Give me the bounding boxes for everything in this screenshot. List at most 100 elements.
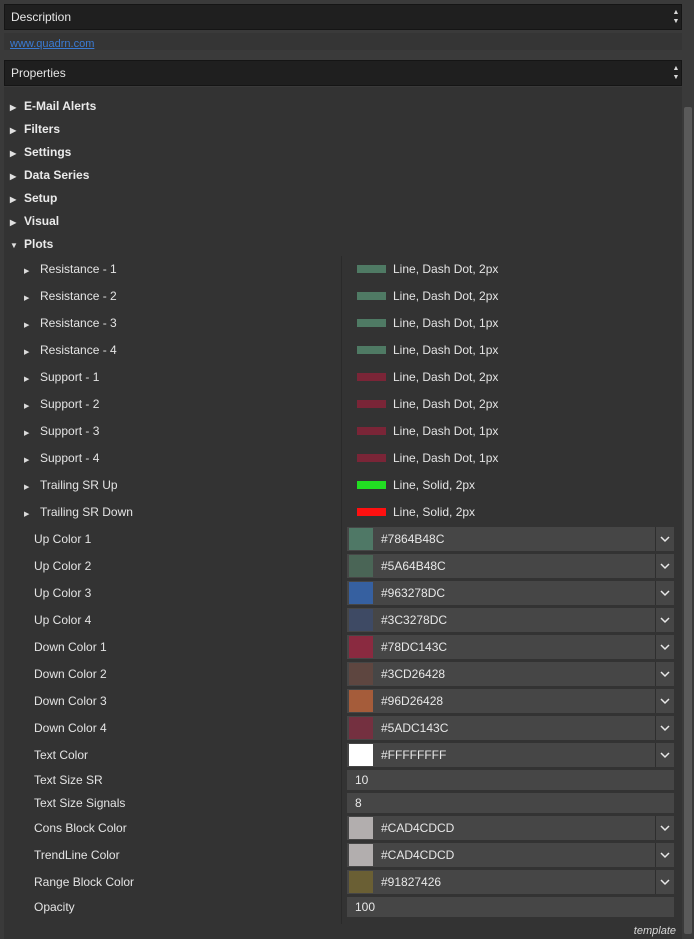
plot-row-support-1[interactable]: ▶ Support - 1 bbox=[24, 366, 99, 388]
chevron-down-icon[interactable] bbox=[655, 635, 674, 659]
chevron-down-icon[interactable] bbox=[655, 816, 674, 840]
expand-arrow-icon[interactable]: ▶ bbox=[10, 144, 24, 164]
text-size-signals-input[interactable]: 8 bbox=[347, 793, 674, 813]
expand-arrow-icon[interactable]: ▶ bbox=[10, 190, 24, 210]
category-setup[interactable]: ▶ Setup bbox=[10, 188, 57, 208]
plot-value[interactable]: Line, Dash Dot, 2px bbox=[357, 258, 498, 280]
plot-value[interactable]: Line, Solid, 2px bbox=[357, 474, 475, 496]
properties-scroll[interactable]: ▲ ▼ bbox=[671, 61, 681, 85]
color-swatch[interactable] bbox=[349, 817, 373, 839]
plot-value[interactable]: Line, Dash Dot, 1px bbox=[357, 312, 498, 334]
down-color-1-field[interactable]: #78DC143C bbox=[347, 635, 674, 659]
chevron-down-icon[interactable] bbox=[655, 843, 674, 867]
range-block-color-field[interactable]: #91827426 bbox=[347, 870, 674, 894]
properties-scrollbar[interactable] bbox=[684, 107, 692, 934]
chevron-down-icon[interactable] bbox=[655, 689, 674, 713]
plot-value[interactable]: Line, Solid, 2px bbox=[357, 501, 475, 523]
text-color-field[interactable]: #FFFFFFFF bbox=[347, 743, 674, 767]
color-swatch[interactable] bbox=[349, 609, 373, 631]
category-filters[interactable]: ▶ Filters bbox=[10, 119, 60, 139]
expand-arrow-icon[interactable]: ▶ bbox=[24, 477, 40, 499]
plot-value[interactable]: Line, Dash Dot, 2px bbox=[357, 366, 498, 388]
plot-value[interactable]: Line, Dash Dot, 1px bbox=[357, 447, 498, 469]
plot-value[interactable]: Line, Dash Dot, 1px bbox=[357, 339, 498, 361]
color-swatch[interactable] bbox=[349, 844, 373, 866]
category-visual[interactable]: ▶ Visual bbox=[10, 211, 59, 231]
chevron-down-icon[interactable] bbox=[655, 608, 674, 632]
category-label: Visual bbox=[24, 214, 60, 228]
expand-arrow-icon[interactable]: ▶ bbox=[10, 213, 24, 233]
expand-arrow-icon[interactable]: ▶ bbox=[24, 504, 40, 526]
category-data-series[interactable]: ▶ Data Series bbox=[10, 165, 89, 185]
expand-arrow-icon[interactable]: ▶ bbox=[10, 98, 24, 118]
trendline-color-field[interactable]: #CAD4CDCD bbox=[347, 843, 674, 867]
color-swatch[interactable] bbox=[349, 636, 373, 658]
plot-row-resistance-3[interactable]: ▶ Resistance - 3 bbox=[24, 312, 117, 334]
text-size-sr-input[interactable]: 10 bbox=[347, 770, 674, 790]
plot-row-resistance-4[interactable]: ▶ Resistance - 4 bbox=[24, 339, 117, 361]
cons-block-color-field[interactable]: #CAD4CDCD bbox=[347, 816, 674, 840]
description-scroll[interactable]: ▲ ▼ bbox=[671, 5, 681, 29]
up-color-4-field[interactable]: #3C3278DC bbox=[347, 608, 674, 632]
expand-arrow-icon[interactable]: ▶ bbox=[10, 167, 24, 187]
category-email-alerts[interactable]: ▶ E-Mail Alerts bbox=[10, 96, 96, 116]
plot-swatch bbox=[357, 399, 386, 408]
scroll-up-icon[interactable]: ▲ bbox=[673, 64, 680, 73]
plot-value-text: Line, Solid, 2px bbox=[393, 478, 476, 492]
category-label: Plots bbox=[24, 237, 54, 251]
plot-row-support-4[interactable]: ▶ Support - 4 bbox=[24, 447, 99, 469]
up-color-3-field[interactable]: #963278DC bbox=[347, 581, 674, 605]
expand-arrow-icon[interactable]: ▶ bbox=[24, 450, 40, 472]
color-swatch[interactable] bbox=[349, 528, 373, 550]
color-swatch[interactable] bbox=[349, 663, 373, 685]
plot-row-resistance-2[interactable]: ▶ Resistance - 2 bbox=[24, 285, 117, 307]
opacity-label: Opacity bbox=[34, 900, 75, 914]
down-color-2-field[interactable]: #3CD26428 bbox=[347, 662, 674, 686]
chevron-down-icon[interactable] bbox=[655, 527, 674, 551]
plot-row-trailing-sr-up[interactable]: ▶ Trailing SR Up bbox=[24, 474, 118, 496]
color-swatch[interactable] bbox=[349, 690, 373, 712]
expand-arrow-icon[interactable]: ▶ bbox=[24, 288, 40, 310]
down-color-4-field[interactable]: #5ADC143C bbox=[347, 716, 674, 740]
up-color-1-field[interactable]: #7864B48C bbox=[347, 527, 674, 551]
plot-value[interactable]: Line, Dash Dot, 2px bbox=[357, 393, 498, 415]
down-color-3-field[interactable]: #96D26428 bbox=[347, 689, 674, 713]
properties-header[interactable]: Properties ▲ ▼ bbox=[4, 60, 682, 86]
expand-arrow-icon[interactable]: ▶ bbox=[24, 369, 40, 391]
chevron-down-icon[interactable] bbox=[655, 716, 674, 740]
plot-value[interactable]: Line, Dash Dot, 1px bbox=[357, 420, 498, 442]
chevron-down-icon[interactable] bbox=[655, 662, 674, 686]
expand-arrow-icon[interactable]: ▶ bbox=[24, 396, 40, 418]
scroll-down-icon[interactable]: ▼ bbox=[673, 17, 680, 26]
color-swatch[interactable] bbox=[349, 871, 373, 893]
trendline-color-label: TrendLine Color bbox=[34, 848, 120, 862]
plot-row-trailing-sr-down[interactable]: ▶ Trailing SR Down bbox=[24, 501, 133, 523]
opacity-input[interactable]: 100 bbox=[347, 897, 674, 917]
scroll-up-icon[interactable]: ▲ bbox=[673, 8, 680, 17]
collapse-arrow-icon[interactable]: ▼ bbox=[10, 236, 24, 256]
expand-arrow-icon[interactable]: ▶ bbox=[10, 121, 24, 141]
up-color-2-field[interactable]: #5A64B48C bbox=[347, 554, 674, 578]
chevron-down-icon[interactable] bbox=[655, 870, 674, 894]
plot-value[interactable]: Line, Dash Dot, 2px bbox=[357, 285, 498, 307]
plot-row-support-2[interactable]: ▶ Support - 2 bbox=[24, 393, 99, 415]
expand-arrow-icon[interactable]: ▶ bbox=[24, 423, 40, 445]
category-settings[interactable]: ▶ Settings bbox=[10, 142, 71, 162]
expand-arrow-icon[interactable]: ▶ bbox=[24, 342, 40, 364]
plot-row-support-3[interactable]: ▶ Support - 3 bbox=[24, 420, 99, 442]
column-divider[interactable] bbox=[341, 256, 342, 924]
description-link[interactable]: www.quadrn.com bbox=[10, 38, 94, 50]
color-swatch[interactable] bbox=[349, 582, 373, 604]
color-swatch[interactable] bbox=[349, 744, 373, 766]
scroll-down-icon[interactable]: ▼ bbox=[673, 73, 680, 82]
description-header[interactable]: Description ▲ ▼ bbox=[4, 4, 682, 30]
expand-arrow-icon[interactable]: ▶ bbox=[24, 261, 40, 283]
category-plots[interactable]: ▼ Plots bbox=[10, 234, 53, 254]
plot-row-resistance-1[interactable]: ▶ Resistance - 1 bbox=[24, 258, 117, 280]
chevron-down-icon[interactable] bbox=[655, 743, 674, 767]
color-swatch[interactable] bbox=[349, 717, 373, 739]
color-swatch[interactable] bbox=[349, 555, 373, 577]
expand-arrow-icon[interactable]: ▶ bbox=[24, 315, 40, 337]
chevron-down-icon[interactable] bbox=[655, 554, 674, 578]
chevron-down-icon[interactable] bbox=[655, 581, 674, 605]
